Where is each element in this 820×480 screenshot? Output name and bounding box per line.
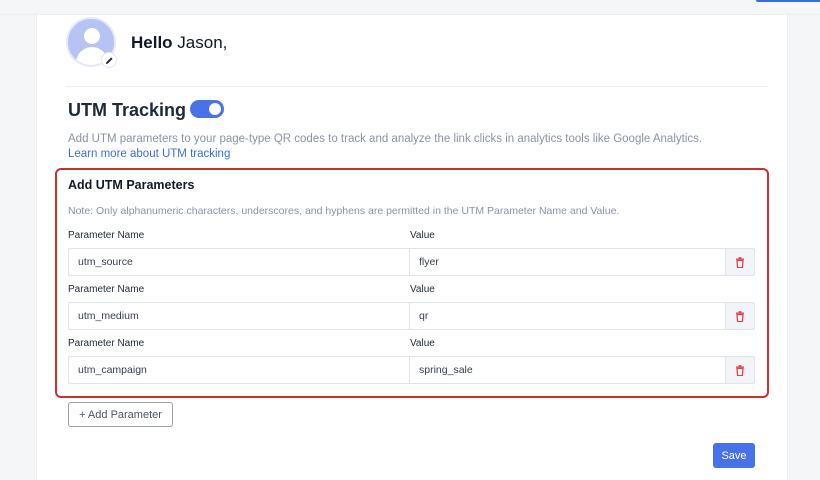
parameter-value-input[interactable] <box>409 356 726 384</box>
save-button[interactable]: Save <box>713 443 755 468</box>
utm-parameters-title: Add UTM Parameters <box>68 178 195 192</box>
parameter-value-input[interactable] <box>409 248 726 276</box>
section-divider <box>66 86 768 87</box>
avatar-head <box>84 28 100 44</box>
toggle-knob <box>209 103 221 115</box>
parameter-name-input[interactable] <box>68 356 410 384</box>
delete-parameter-button[interactable] <box>725 302 755 330</box>
utm-description: Add UTM parameters to your page-type QR … <box>68 133 703 145</box>
parameter-name-label: Parameter Name <box>68 230 145 241</box>
utm-tracking-title: UTM Tracking <box>68 100 187 120</box>
learn-more-link[interactable]: Learn more about UTM tracking <box>68 148 230 160</box>
delete-parameter-button[interactable] <box>725 356 755 384</box>
parameter-name-label: Parameter Name <box>68 284 145 295</box>
parameter-name-input[interactable] <box>68 248 410 276</box>
trash-icon <box>736 364 744 376</box>
utm-tracking-toggle[interactable] <box>190 100 224 118</box>
greeting: Hello Jason, <box>131 33 227 53</box>
value-label: Value <box>410 338 435 349</box>
parameter-name-label: Parameter Name <box>68 338 145 349</box>
utm-parameters-note: Note: Only alphanumeric characters, unde… <box>68 205 620 217</box>
add-parameter-button[interactable]: + Add Parameter <box>68 402 173 427</box>
value-label: Value <box>410 230 435 241</box>
top-accent-bar <box>756 0 820 2</box>
greeting-name: Jason, <box>177 33 228 52</box>
greeting-hello: Hello <box>131 33 173 52</box>
pencil-icon <box>105 56 113 64</box>
parameter-name-input[interactable] <box>68 302 410 330</box>
trash-icon <box>736 310 744 322</box>
edit-avatar-button[interactable] <box>101 52 117 68</box>
trash-icon <box>736 256 744 268</box>
delete-parameter-button[interactable] <box>725 248 755 276</box>
value-label: Value <box>410 284 435 295</box>
parameter-value-input[interactable] <box>409 302 726 330</box>
